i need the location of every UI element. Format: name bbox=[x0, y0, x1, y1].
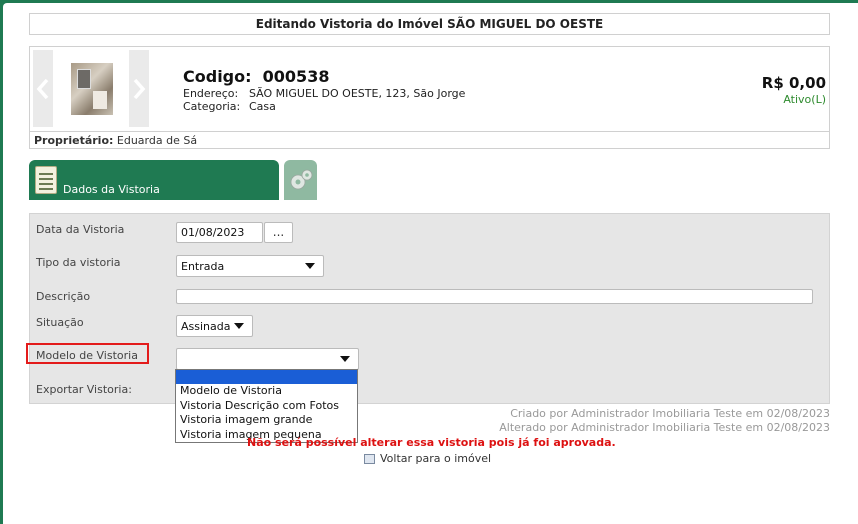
modal-title: Editando Vistoria do Imóvel SÃO MIGUEL D… bbox=[29, 13, 830, 35]
property-price: R$ 0,00 bbox=[761, 74, 826, 92]
dropdown-option[interactable]: Vistoria Descrição com Fotos bbox=[176, 399, 357, 414]
property-status: Ativo(L) bbox=[783, 93, 826, 106]
chevron-left-icon bbox=[36, 78, 49, 99]
situacao-select[interactable]: Assinada bbox=[176, 315, 253, 337]
exportar-vistoria-label: Exportar Vistoria: bbox=[36, 383, 132, 396]
dropdown-option[interactable] bbox=[176, 370, 357, 384]
data-vistoria-input[interactable]: 01/08/2023 bbox=[176, 222, 263, 243]
calendar-icon bbox=[364, 453, 375, 464]
chevron-down-icon bbox=[234, 323, 244, 329]
form-area: Data da Vistoria 01/08/2023 ... Tipo da … bbox=[29, 213, 830, 404]
prev-photo-button[interactable] bbox=[33, 50, 53, 127]
owner-value: Eduarda de Sá bbox=[116, 134, 198, 147]
property-photo[interactable] bbox=[71, 63, 113, 115]
modelo-vistoria-dropdown: Modelo de Vistoria Vistoria Descrição co… bbox=[175, 369, 358, 443]
next-photo-button[interactable] bbox=[129, 50, 149, 127]
codigo-value: 000538 bbox=[262, 67, 330, 86]
modal-dialog: Editando Vistoria do Imóvel SÃO MIGUEL D… bbox=[3, 3, 858, 524]
modelo-vistoria-select[interactable] bbox=[176, 348, 359, 370]
tab-dados-vistoria-label: Dados da Vistoria bbox=[63, 183, 160, 196]
endereco-label: Endereço: bbox=[183, 87, 239, 100]
dropdown-option[interactable]: Vistoria imagem grande bbox=[176, 413, 357, 428]
owner-row: Proprietário: Eduarda de Sá bbox=[30, 131, 829, 149]
categoria-label: Categoria: bbox=[183, 100, 241, 113]
created-by-text: Criado por Administrador Imobiliaria Tes… bbox=[510, 407, 830, 420]
property-address-block: Endereço: SÃO MIGUEL DO OESTE, 123, São J… bbox=[183, 87, 465, 113]
descricao-label: Descrição bbox=[36, 290, 91, 303]
endereco-value: SÃO MIGUEL DO OESTE, 123, São Jorge bbox=[249, 87, 466, 100]
chevron-right-icon bbox=[133, 78, 146, 99]
codigo-label: Codigo: bbox=[183, 67, 252, 86]
tab-settings[interactable] bbox=[284, 160, 317, 200]
modelo-vistoria-highlight bbox=[26, 343, 149, 364]
back-to-property-link[interactable]: Voltar para o imóvel bbox=[364, 452, 491, 465]
date-picker-button[interactable]: ... bbox=[264, 222, 293, 243]
gear-icon bbox=[290, 169, 312, 190]
categoria-value: Casa bbox=[249, 100, 276, 113]
updated-by-text: Alterado por Administrador Imobiliaria T… bbox=[499, 421, 830, 434]
approval-warning: Não será possível alterar essa vistoria … bbox=[247, 436, 616, 449]
tab-dados-vistoria[interactable]: Dados da Vistoria bbox=[29, 160, 279, 200]
notepad-icon bbox=[35, 166, 57, 194]
tipo-vistoria-value: Entrada bbox=[181, 259, 225, 273]
owner-label: Proprietário: bbox=[34, 134, 114, 147]
chevron-down-icon bbox=[340, 356, 350, 362]
property-code: Codigo: 000538 bbox=[183, 67, 329, 86]
property-info-box: Codigo: 000538 Endereço: SÃO MIGUEL DO OE… bbox=[29, 46, 830, 149]
back-link-label: Voltar para o imóvel bbox=[380, 452, 492, 465]
tipo-vistoria-label: Tipo da vistoria bbox=[36, 256, 121, 269]
descricao-textarea[interactable] bbox=[176, 289, 813, 304]
dropdown-option[interactable]: Modelo de Vistoria bbox=[176, 384, 357, 399]
chevron-down-icon bbox=[305, 263, 315, 269]
data-vistoria-label: Data da Vistoria bbox=[36, 223, 125, 236]
situacao-label: Situação bbox=[36, 316, 84, 329]
situacao-value: Assinada bbox=[181, 319, 231, 333]
tipo-vistoria-select[interactable]: Entrada bbox=[176, 255, 324, 277]
